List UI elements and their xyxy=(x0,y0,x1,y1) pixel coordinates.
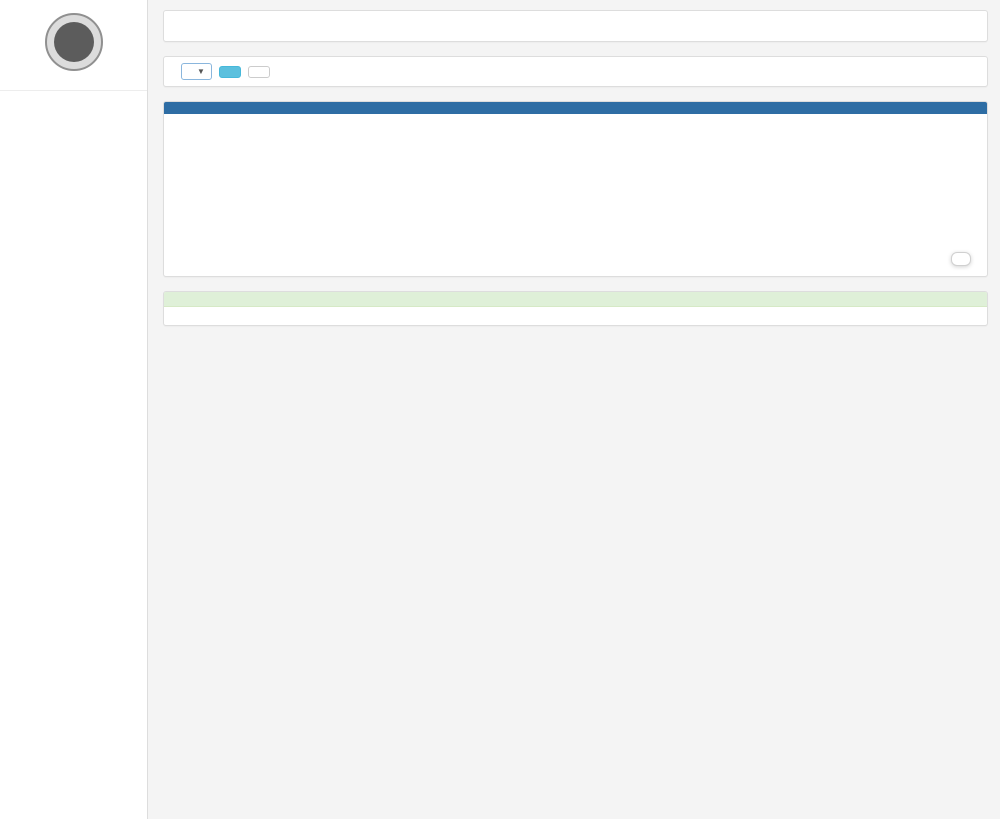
breadcrumb xyxy=(163,10,988,42)
caret-down-icon: ▼ xyxy=(197,67,205,76)
logo-placeholder-text xyxy=(54,22,94,62)
detail-panel xyxy=(163,291,988,326)
detail-panel-body xyxy=(164,307,987,325)
profit-chart-svg xyxy=(174,122,977,272)
chart-panel xyxy=(163,101,988,277)
chart-tooltip xyxy=(951,252,971,266)
filter-panel: ▼ xyxy=(163,56,988,87)
sidebar xyxy=(0,0,148,819)
detail-panel-title xyxy=(164,292,987,307)
chart-panel-title xyxy=(164,102,987,114)
brand-block xyxy=(0,0,147,91)
footer xyxy=(163,340,988,358)
year-select[interactable]: ▼ xyxy=(181,63,212,80)
app-root: ▼ xyxy=(0,0,1000,819)
tahun-ini-button[interactable] xyxy=(248,66,270,78)
main-content: ▼ xyxy=(148,0,1000,819)
app-logo xyxy=(45,13,103,71)
profit-chart xyxy=(164,114,987,276)
lihat-laporan-button[interactable] xyxy=(219,66,241,78)
